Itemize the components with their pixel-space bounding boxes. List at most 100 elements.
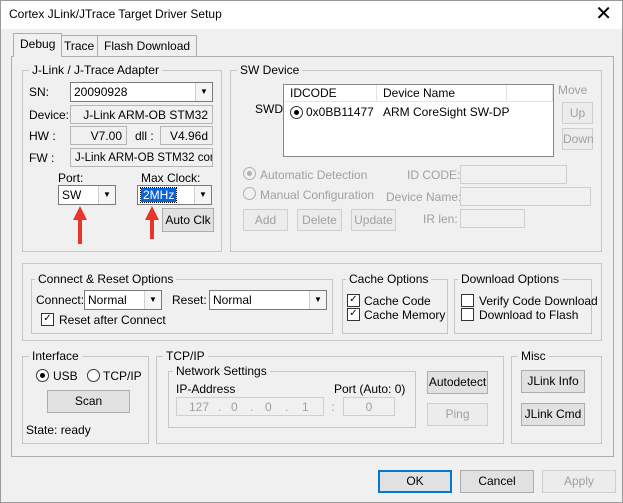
row-device-name: ARM CoreSight SW-DP — [383, 105, 510, 119]
move-up-button[interactable]: Up — [562, 102, 593, 124]
chevron-down-icon: ▼ — [144, 291, 161, 309]
usb-radio[interactable] — [36, 369, 49, 382]
state-text: State: ready — [26, 423, 91, 437]
sw-device-legend: SW Device — [237, 63, 303, 77]
max-clock-select[interactable]: 2MHz ▼ — [137, 185, 212, 205]
ir-len-label: IR len: — [423, 212, 458, 226]
cancel-button[interactable]: Cancel — [460, 470, 534, 493]
swd-label: SWD — [255, 102, 283, 116]
dialog-window: Cortex JLink/JTrace Target Driver Setup … — [0, 0, 623, 503]
tcp-port-field[interactable]: 0 — [343, 397, 395, 416]
annotation-arrow-port — [73, 206, 87, 244]
column-header-idcode[interactable]: IDCODE — [284, 85, 377, 102]
update-button[interactable]: Update — [351, 209, 396, 231]
annotation-arrow-clock — [145, 206, 159, 239]
ip-dot: . — [218, 400, 222, 414]
ip-dot: . — [250, 400, 254, 414]
delete-button[interactable]: Delete — [297, 209, 342, 231]
manual-config-label: Manual Configuration — [260, 188, 375, 202]
id-code-field[interactable] — [460, 165, 567, 184]
port-value: SW — [62, 188, 82, 202]
id-code-label: ID CODE: — [407, 168, 461, 182]
tcpip-radio[interactable] — [87, 369, 100, 382]
column-header-device-name[interactable]: Device Name — [377, 85, 507, 102]
ip-octet-2: 0 — [231, 400, 238, 414]
sn-label: SN: — [29, 85, 50, 99]
ir-len-field[interactable] — [460, 209, 525, 228]
autodetect-button[interactable]: Autodetect — [427, 371, 488, 394]
sn-select[interactable]: 20090928 ▼ — [70, 82, 213, 102]
hw-label: HW : — [29, 129, 56, 143]
auto-clk-button[interactable]: Auto Clk — [162, 208, 214, 232]
network-settings-legend: Network Settings — [173, 364, 270, 378]
download-to-flash-label: Download to Flash — [479, 308, 579, 322]
ping-button[interactable]: Ping — [427, 403, 488, 426]
ip-octet-1: 127 — [189, 400, 210, 414]
window-title: Cortex JLink/JTrace Target Driver Setup — [9, 7, 222, 21]
verify-download-label: Verify Code Download — [479, 294, 598, 308]
sw-device-list[interactable]: IDCODE Device Name 0x0BB11477 ARM CoreSi… — [283, 84, 554, 157]
interface-legend: Interface — [29, 349, 82, 363]
max-clock-label: Max Clock: — [141, 171, 201, 185]
move-down-button[interactable]: Down — [562, 128, 594, 150]
title-bar: Cortex JLink/JTrace Target Driver Setup … — [1, 1, 622, 29]
tcpip-legend: TCP/IP — [163, 349, 208, 363]
device-field: J-Link ARM-OB STM32 — [70, 105, 213, 124]
dll-field: V4.96d — [160, 126, 213, 145]
connect-select[interactable]: Normal ▼ — [84, 290, 162, 310]
chevron-down-icon: ▼ — [194, 186, 211, 204]
ip-octet-3: 0 — [265, 400, 272, 414]
ip-address-field[interactable]: 127 . 0 . 0 . 1 — [176, 397, 324, 416]
port-select[interactable]: SW ▼ — [58, 185, 116, 205]
cache-memory-label: Cache Memory — [364, 308, 446, 322]
reset-after-connect-checkbox[interactable]: ✓ — [41, 313, 54, 326]
download-to-flash-checkbox[interactable] — [461, 308, 474, 321]
scan-button[interactable]: Scan — [47, 390, 130, 413]
tab-debug[interactable]: Debug — [13, 33, 63, 57]
reset-after-connect-label: Reset after Connect — [59, 313, 166, 327]
add-button[interactable]: Add — [243, 209, 288, 231]
chevron-down-icon: ▼ — [195, 83, 212, 101]
auto-detect-label: Automatic Detection — [260, 168, 368, 182]
connect-value: Normal — [88, 293, 127, 307]
fw-label: FW : — [29, 151, 55, 165]
jlink-info-button[interactable]: JLink Info — [521, 370, 585, 393]
tab-flash-download[interactable]: Flash Download — [97, 35, 198, 56]
usb-label: USB — [53, 369, 78, 383]
ip-dot: . — [285, 400, 289, 414]
column-header-blank — [507, 85, 553, 102]
cache-code-label: Cache Code — [364, 294, 431, 308]
port-auto-label: Port (Auto: 0) — [334, 382, 406, 396]
move-label: Move — [558, 83, 588, 97]
manual-config-radio[interactable] — [243, 187, 256, 200]
device-name-field[interactable] — [460, 187, 591, 206]
row-select-radio[interactable] — [290, 106, 303, 119]
ip-address-label: IP-Address — [176, 382, 236, 396]
jlink-cmd-button[interactable]: JLink Cmd — [521, 403, 585, 426]
cache-code-checkbox[interactable]: ✓ — [347, 294, 360, 307]
auto-detect-radio[interactable] — [243, 167, 256, 180]
reset-label: Reset: — [172, 293, 207, 307]
verify-download-checkbox[interactable] — [461, 294, 474, 307]
port-label: Port: — [58, 171, 84, 185]
reset-select[interactable]: Normal ▼ — [209, 290, 327, 310]
row-idcode: 0x0BB11477 — [306, 105, 374, 119]
tcpip-label: TCP/IP — [103, 369, 142, 383]
tab-trace[interactable]: Trace — [57, 35, 102, 56]
dll-label: dll : — [135, 129, 154, 143]
fw-field: J-Link ARM-OB STM32 comp — [70, 148, 213, 167]
max-clock-value: 2MHz — [139, 187, 178, 203]
ip-octet-4: 1 — [302, 400, 309, 414]
download-options-legend: Download Options — [458, 272, 563, 286]
port-separator: : — [331, 400, 335, 414]
reset-value: Normal — [213, 293, 252, 307]
adapter-legend: J-Link / J-Trace Adapter — [29, 63, 162, 77]
ok-button[interactable]: OK — [378, 470, 452, 493]
apply-button[interactable]: Apply — [542, 470, 616, 493]
cache-memory-checkbox[interactable]: ✓ — [347, 308, 360, 321]
sn-value: 20090928 — [74, 85, 128, 99]
close-icon[interactable]: ✕ — [595, 3, 612, 25]
cache-options-legend: Cache Options — [346, 272, 432, 286]
hw-field: V7.00 — [70, 126, 127, 145]
table-row[interactable]: 0x0BB11477 ARM CoreSight SW-DP — [284, 104, 553, 121]
